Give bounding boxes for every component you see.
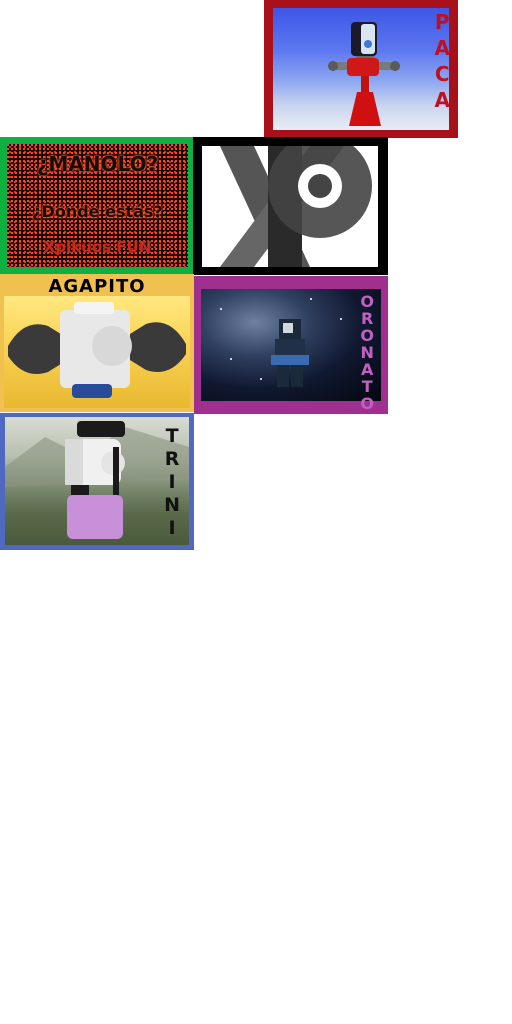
manolo-tile[interactable]: ¿MANOLO? ¿Dónde estás? Xplkuos FUN	[0, 137, 194, 274]
oronato-letter: O	[360, 292, 374, 311]
oronato-robot-figure	[220, 298, 342, 387]
paca-letter: P	[434, 10, 450, 34]
manolo-footer: Xplkuos FUN	[43, 238, 152, 256]
trini-letter: I	[168, 471, 176, 493]
oronato-letter: A	[361, 360, 374, 379]
oronato-letter: O	[360, 394, 374, 413]
trini-vertical-label: T R I N I	[164, 427, 180, 542]
paca-image	[273, 8, 449, 130]
oronato-image	[201, 289, 381, 401]
xp-logo-panel	[202, 146, 378, 267]
oronato-vertical-label: O R O N A T O	[360, 294, 374, 413]
agapito-tile[interactable]: AGAPITO	[0, 274, 194, 412]
agapito-robot-figure	[8, 302, 186, 398]
manolo-panel: ¿MANOLO? ¿Dónde estás? Xplkuos FUN	[7, 144, 188, 267]
trini-robot-figure	[5, 421, 189, 539]
manolo-subtitle: ¿Dónde estás?	[32, 202, 163, 221]
xp-logo-icon	[220, 146, 372, 267]
paca-robot-figure	[328, 22, 400, 126]
paca-letter: C	[434, 62, 450, 86]
trini-letter: R	[164, 448, 180, 470]
paca-tile[interactable]: P A C A	[264, 0, 458, 138]
oronato-letter: O	[360, 326, 374, 345]
manolo-title: ¿MANOLO?	[36, 152, 159, 176]
trini-letter: T	[165, 425, 179, 447]
trini-tile[interactable]: T R I N I	[0, 413, 194, 550]
trini-letter: N	[164, 494, 180, 516]
xp-logo-tile[interactable]	[193, 137, 388, 275]
agapito-title: AGAPITO	[48, 276, 146, 297]
paca-letter: A	[434, 36, 450, 60]
oronato-letter: R	[361, 309, 374, 328]
trini-letter: I	[168, 517, 176, 539]
agapito-image	[4, 296, 190, 408]
oronato-letter: N	[360, 343, 374, 362]
paca-vertical-label: P A C A	[435, 12, 450, 116]
paca-letter: A	[434, 88, 450, 112]
oronato-letter: T	[361, 377, 373, 396]
trini-image	[5, 417, 189, 545]
oronato-tile[interactable]: O R O N A T O	[194, 276, 388, 414]
